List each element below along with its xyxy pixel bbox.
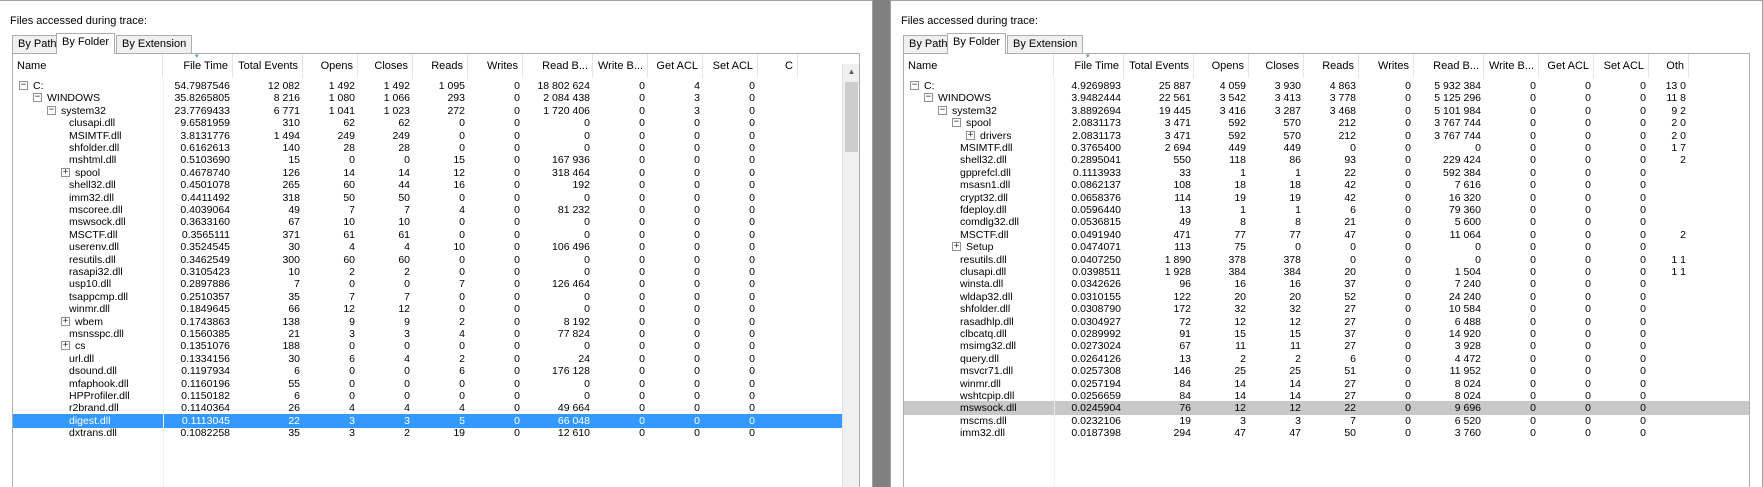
column-header-set-acl[interactable]: Set ACL: [1594, 54, 1649, 78]
column-header-reads[interactable]: Reads: [1304, 54, 1359, 78]
right-trace-panel: Files accessed during trace: By Path By …: [890, 0, 1763, 487]
cell-closes: 47: [1289, 427, 1301, 440]
column-header-write-b[interactable]: Write B...: [1484, 54, 1539, 78]
expand-icon[interactable]: +: [61, 341, 70, 351]
collapse-icon[interactable]: −: [19, 81, 28, 90]
collapse-icon[interactable]: −: [938, 105, 947, 115]
cell-closes: 2: [404, 427, 410, 440]
expand-icon[interactable]: +: [952, 242, 961, 252]
tab-by-extension[interactable]: By Extension: [1007, 35, 1084, 53]
scrollbar-thumb[interactable]: [845, 82, 858, 152]
cell-writes: 0: [514, 427, 520, 440]
column-header-c[interactable]: C: [758, 54, 798, 78]
item-name: dxtrans.dll: [69, 427, 117, 440]
column-header-writes[interactable]: Writes: [468, 54, 523, 78]
vertical-scrollbar[interactable]: ▲: [842, 64, 859, 487]
cell-reads: 50: [1344, 427, 1356, 440]
column-header-closes[interactable]: Closes: [358, 54, 413, 78]
collapse-icon[interactable]: −: [952, 118, 961, 128]
cell-writes: 0: [1405, 427, 1411, 440]
cell-write-b: 0: [639, 427, 645, 440]
list-item[interactable]: imm32.dll 0.0187398 294 47 47 50 0 3 760 0 0 0: [904, 426, 1749, 440]
cell-total-events: 35: [288, 427, 300, 440]
collapse-icon[interactable]: −: [910, 81, 919, 90]
tab-by-folder[interactable]: By Folder: [56, 33, 116, 54]
collapse-icon[interactable]: −: [924, 93, 933, 103]
name-column-separator: [163, 78, 164, 487]
column-header-closes[interactable]: Closes: [1249, 54, 1304, 78]
cell-file-time: 0.1082258: [180, 427, 230, 440]
cell-opens: 47: [1234, 427, 1246, 440]
column-header-write-b[interactable]: Write B...: [593, 54, 648, 78]
sort-indicator-icon: ▾: [195, 53, 199, 60]
scroll-up-icon[interactable]: ▲: [843, 64, 859, 80]
left-trace-panel: Files accessed during trace: By Path By …: [0, 0, 873, 487]
cell-c: [758, 426, 798, 440]
cell-write-b: 0: [1530, 427, 1536, 440]
list-header: Name File Time ▾ Total Events Opens Closes Rea…: [13, 54, 859, 78]
tab-by-folder[interactable]: By Folder: [947, 33, 1007, 54]
column-header-name[interactable]: Name: [13, 54, 163, 78]
cell-total-events: 294: [1173, 427, 1191, 440]
column-header-read-b[interactable]: Read B...: [523, 54, 593, 78]
collapse-icon[interactable]: −: [33, 93, 42, 103]
column-header-get-acl[interactable]: Get ACL: [1539, 54, 1594, 78]
column-header-total-events[interactable]: Total Events: [233, 54, 303, 78]
cell-read-b: 12 610: [557, 427, 590, 440]
cell-get-acl: 0: [694, 427, 700, 440]
list-item[interactable]: dxtrans.dll 0.1082258 35 3 2 19 0 12 610 0 0 0: [13, 426, 859, 440]
panel-caption: Files accessed during trace:: [901, 15, 1038, 27]
expand-icon[interactable]: +: [61, 167, 70, 177]
item-name: imm32.dll: [960, 427, 1005, 440]
cell-set-acl: 0: [1640, 427, 1646, 440]
cell-set-acl: 0: [749, 427, 755, 440]
column-header-oth[interactable]: Oth: [1649, 54, 1689, 78]
tab-by-path[interactable]: By Path: [12, 35, 63, 53]
column-header-reads[interactable]: Reads: [413, 54, 468, 78]
sort-indicator-icon: ▾: [1086, 53, 1090, 60]
panel-caption: Files accessed during trace:: [10, 15, 147, 27]
column-header-read-b[interactable]: Read B...: [1414, 54, 1484, 78]
list-header: Name File Time ▾ Total Events Opens Closes Rea…: [904, 54, 1749, 78]
column-header-total-events[interactable]: Total Events: [1124, 54, 1194, 78]
tab-by-extension[interactable]: By Extension: [116, 35, 193, 53]
column-header-opens[interactable]: Opens: [303, 54, 358, 78]
column-header-name[interactable]: Name: [904, 54, 1054, 78]
tab-by-path[interactable]: By Path: [903, 35, 954, 53]
files-list[interactable]: Name File Time ▾ Total Events Opens Closes Rea…: [903, 53, 1750, 487]
column-header-set-acl[interactable]: Set ACL: [703, 54, 758, 78]
cell-oth: [1649, 426, 1689, 440]
column-header-opens[interactable]: Opens: [1194, 54, 1249, 78]
column-header-writes[interactable]: Writes: [1359, 54, 1414, 78]
expand-icon[interactable]: +: [966, 130, 975, 140]
cell-read-b: 3 760: [1454, 427, 1481, 440]
cell-file-time: 0.0187398: [1071, 427, 1121, 440]
cell-reads: 19: [453, 427, 465, 440]
name-column-separator: [1054, 78, 1055, 487]
files-list[interactable]: Name File Time ▾ Total Events Opens Closes Rea…: [12, 53, 860, 487]
cell-get-acl: 0: [1585, 427, 1591, 440]
expand-icon[interactable]: +: [61, 316, 70, 326]
column-header-get-acl[interactable]: Get ACL: [648, 54, 703, 78]
cell-opens: 3: [349, 427, 355, 440]
collapse-icon[interactable]: −: [47, 105, 56, 115]
